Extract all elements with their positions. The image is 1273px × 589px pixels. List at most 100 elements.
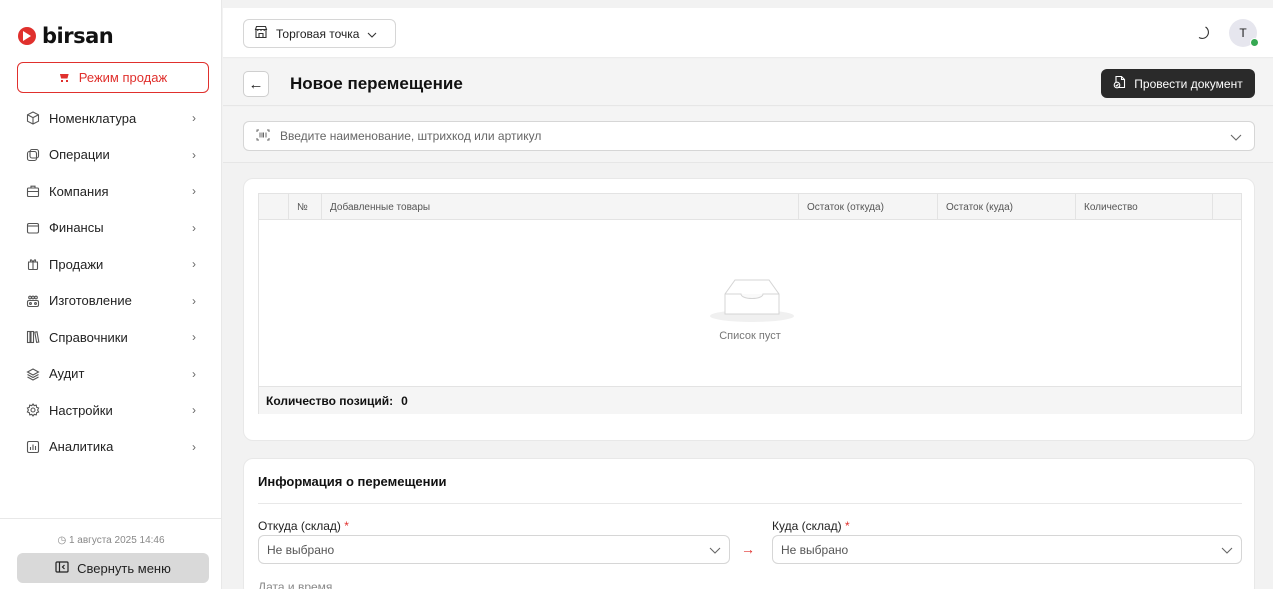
chevron-right-icon: ›: [192, 184, 196, 199]
arrow-left-icon: ←: [248, 75, 264, 93]
products-card: № Добавленные товары Остаток (откуда) Ос…: [243, 178, 1255, 441]
collapse-menu-button[interactable]: Свернуть меню: [17, 553, 209, 583]
sidebar-item-company[interactable]: Компания ›: [0, 173, 222, 210]
to-warehouse-label: Куда (склад) *: [772, 519, 850, 533]
chevron-right-icon: ›: [192, 439, 196, 454]
chevron-right-icon: ›: [192, 330, 196, 345]
sidebar-item-label: Операции: [49, 147, 110, 163]
operations-icon: [25, 147, 40, 162]
back-button[interactable]: ←: [243, 71, 269, 97]
chevron-right-icon: ›: [192, 220, 196, 235]
layers-icon: [25, 366, 40, 381]
factory-icon: [25, 293, 40, 308]
table-footer: Количество позиций: 0: [259, 386, 1241, 414]
books-icon: [25, 330, 40, 345]
to-warehouse-select[interactable]: Не выбрано: [772, 535, 1242, 564]
logo-text: birsan: [42, 24, 114, 48]
column-header-stock-from: Остаток (откуда): [799, 194, 938, 220]
chevron-right-icon: ›: [192, 366, 196, 381]
transfer-info-card: Информация о перемещении Откуда (склад) …: [243, 458, 1255, 589]
sidebar-item-settings[interactable]: Настройки ›: [0, 392, 222, 429]
column-header-number: №: [289, 194, 322, 220]
sidebar-item-operations[interactable]: Операции ›: [0, 137, 222, 174]
post-document-button[interactable]: Провести документ: [1101, 69, 1255, 98]
online-status-dot: [1250, 38, 1259, 47]
from-warehouse-label: Откуда (склад) *: [258, 519, 349, 533]
sidebar-item-manufacturing[interactable]: Изготовление ›: [0, 283, 222, 320]
product-search-input[interactable]: Введите наименование, штрихкод или артик…: [243, 121, 1255, 151]
from-warehouse-value: Не выбрано: [267, 542, 335, 557]
sidebar-item-label: Компания: [49, 183, 109, 199]
sidebar-item-label: Продажи: [49, 256, 104, 272]
column-header-quantity: Количество: [1076, 194, 1213, 220]
gift-icon: [25, 257, 40, 272]
sidebar-item-label: Изготовление: [49, 293, 132, 309]
theme-toggle-moon-icon[interactable]: [1196, 25, 1212, 41]
chevron-down-icon: [1230, 129, 1242, 144]
arrow-right-icon: →: [741, 541, 755, 557]
chevron-right-icon: ›: [192, 257, 196, 272]
table-header: № Добавленные товары Остаток (откуда) Ос…: [259, 194, 1241, 220]
collapse-icon: [55, 560, 69, 576]
logo-mark-icon: [18, 27, 36, 45]
from-warehouse-select[interactable]: Не выбрано: [258, 535, 730, 564]
sidebar-item-references[interactable]: Справочники ›: [0, 319, 222, 356]
sidebar-item-label: Финансы: [49, 220, 104, 236]
chevron-right-icon: ›: [192, 403, 196, 418]
post-document-label: Провести документ: [1134, 76, 1243, 91]
to-warehouse-value: Не выбрано: [781, 542, 849, 557]
current-date: ◷ 1 августа 2025 14:46: [0, 535, 222, 546]
sidebar-item-finance[interactable]: Финансы ›: [0, 210, 222, 247]
chevron-right-icon: ›: [192, 111, 196, 126]
top-bar: Торговая точка T: [223, 8, 1273, 58]
sidebar-item-label: Настройки: [49, 402, 113, 418]
gear-icon: [25, 403, 40, 418]
sidebar: birsan Режим продаж Номенклатура › Опера…: [0, 0, 222, 589]
sidebar-item-nomenclature[interactable]: Номенклатура ›: [0, 100, 222, 137]
from-label-text: Откуда (склад): [258, 519, 341, 533]
chevron-down-icon: [1221, 543, 1233, 557]
chevron-down-icon: [709, 543, 721, 557]
avatar[interactable]: T: [1229, 19, 1259, 47]
barcode-scan-icon: [256, 129, 270, 144]
positions-count-value: 0: [401, 393, 408, 408]
divider: [258, 503, 1242, 504]
sidebar-footer: ◷ 1 августа 2025 14:46 Свернуть меню: [0, 518, 222, 589]
empty-inbox-icon: [707, 264, 797, 324]
date-text: 1 августа 2025 14:46: [68, 535, 165, 546]
sidebar-item-sales[interactable]: Продажи ›: [0, 246, 222, 283]
clock-icon: ◷: [57, 535, 67, 546]
document-check-icon: [1113, 75, 1126, 92]
store-label: Торговая точка: [276, 26, 360, 41]
sale-mode-button[interactable]: Режим продаж: [17, 62, 209, 93]
chevron-right-icon: ›: [192, 147, 196, 162]
store-icon: [254, 25, 268, 42]
positions-count-label: Количество позиций:: [266, 393, 394, 408]
transfer-info-title: Информация о перемещении: [258, 474, 447, 489]
cart-icon: [59, 73, 71, 83]
column-checkbox: [259, 194, 289, 220]
box-icon: [25, 111, 40, 126]
sidebar-nav: Номенклатура › Операции › Компания › Фин…: [0, 100, 222, 465]
search-placeholder: Введите наименование, штрихкод или артик…: [280, 129, 542, 143]
collapse-menu-label: Свернуть меню: [77, 560, 171, 576]
column-header-stock-to: Остаток (куда): [938, 194, 1076, 220]
sidebar-item-label: Аналитика: [49, 439, 114, 455]
products-table: № Добавленные товары Остаток (откуда) Ос…: [258, 193, 1242, 414]
sidebar-item-label: Номенклатура: [49, 110, 137, 126]
store-selector[interactable]: Торговая точка: [243, 19, 396, 48]
to-label-text: Куда (склад): [772, 519, 842, 533]
briefcase-icon: [25, 184, 40, 199]
chevron-down-icon: [367, 27, 377, 41]
avatar-initial: T: [1239, 26, 1247, 40]
page-header: ← Новое перемещение Провести документ: [223, 59, 1273, 106]
empty-state-text: Список пуст: [719, 330, 781, 342]
page-title: Новое перемещение: [290, 74, 463, 93]
logo[interactable]: birsan: [18, 24, 114, 48]
sidebar-item-audit[interactable]: Аудит ›: [0, 356, 222, 393]
sidebar-item-analytics[interactable]: Аналитика ›: [0, 429, 222, 466]
sidebar-item-label: Аудит: [49, 366, 85, 382]
search-row: Введите наименование, штрихкод или артик…: [223, 107, 1273, 163]
wallet-icon: [25, 220, 40, 235]
required-mark: *: [845, 519, 850, 533]
